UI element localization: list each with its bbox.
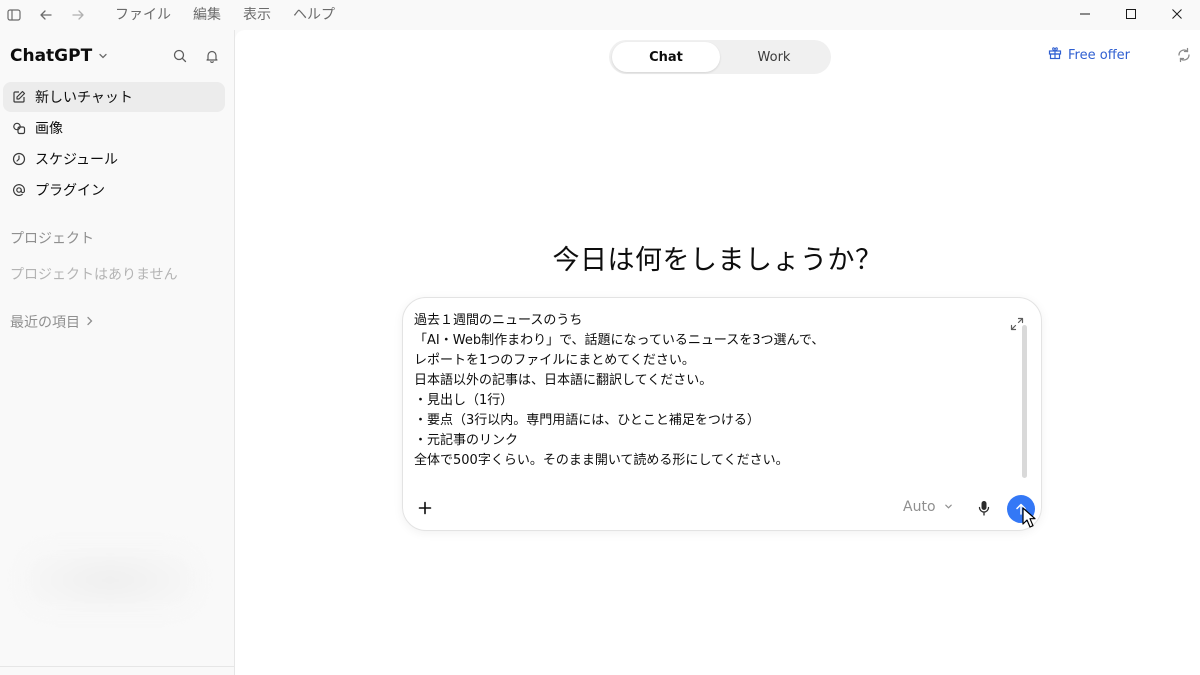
sidebar-item-plugins[interactable]: プラグイン bbox=[3, 175, 225, 205]
search-icon[interactable] bbox=[170, 46, 190, 66]
sidebar-header: ChatGPT bbox=[0, 30, 234, 82]
tab-chat[interactable]: Chat bbox=[612, 42, 720, 72]
main-panel: Chat Work Free offer 今日は何をしましょうか？ 過去１週間の… bbox=[235, 30, 1200, 675]
menu-help[interactable]: ヘルプ bbox=[282, 1, 346, 29]
sidebar: ChatGPT 新しいチャット 画像 スケジュール プラグイン プロジェクト プ… bbox=[0, 30, 235, 675]
bell-icon[interactable] bbox=[202, 46, 222, 66]
model-select[interactable]: Auto bbox=[903, 499, 953, 515]
chevron-right-icon bbox=[86, 314, 94, 330]
sidebar-item-new-chat[interactable]: 新しいチャット bbox=[3, 82, 225, 112]
at-icon bbox=[11, 182, 27, 198]
projects-heading: プロジェクト bbox=[10, 231, 94, 247]
chevron-down-icon bbox=[98, 51, 108, 61]
model-switcher[interactable]: ChatGPT bbox=[10, 46, 108, 66]
close-icon[interactable] bbox=[1154, 0, 1200, 28]
free-offer-label: Free offer bbox=[1068, 47, 1130, 63]
recent-items-toggle[interactable]: 最近の項目 bbox=[0, 312, 234, 332]
tab-work[interactable]: Work bbox=[720, 42, 828, 72]
maximize-icon[interactable] bbox=[1108, 0, 1154, 28]
gift-icon bbox=[1048, 46, 1062, 64]
model-select-value: Auto bbox=[903, 499, 936, 515]
sidebar-item-label: 新しいチャット bbox=[35, 90, 133, 106]
sidebar-item-label: スケジュール bbox=[35, 152, 119, 168]
sidebar-item-schedule[interactable]: スケジュール bbox=[3, 144, 225, 174]
sidebar-divider bbox=[0, 666, 234, 667]
menu-edit[interactable]: 編集 bbox=[182, 1, 232, 29]
blurred-placeholder bbox=[20, 545, 200, 615]
recent-items-label: 最近の項目 bbox=[10, 315, 80, 331]
projects-empty-text: プロジェクトはありません bbox=[10, 267, 178, 283]
sidebar-item-label: 画像 bbox=[35, 121, 63, 137]
add-attachment-button[interactable] bbox=[413, 496, 437, 520]
menu-file[interactable]: ファイル bbox=[104, 1, 182, 29]
free-offer-button[interactable]: Free offer bbox=[1048, 46, 1130, 64]
microphone-button[interactable] bbox=[973, 497, 995, 519]
prompt-composer: 過去１週間のニュースのうち 「AI・Web制作まわり」で、話題になっているニュー… bbox=[402, 297, 1042, 531]
minimize-icon[interactable] bbox=[1062, 0, 1108, 28]
window-controls bbox=[1062, 0, 1200, 28]
mode-toggle: Chat Work bbox=[609, 40, 831, 74]
image-icon bbox=[11, 120, 27, 136]
menu-bar: ファイル 編集 表示 ヘルプ bbox=[104, 1, 346, 29]
clock-icon bbox=[11, 151, 27, 167]
menu-view[interactable]: 表示 bbox=[232, 1, 282, 29]
refresh-icon[interactable] bbox=[1174, 45, 1194, 65]
title-bar: ファイル 編集 表示 ヘルプ bbox=[0, 0, 1200, 30]
sidebar-item-images[interactable]: 画像 bbox=[3, 113, 225, 143]
sidebar-toggle-icon[interactable] bbox=[0, 1, 28, 29]
mouse-cursor bbox=[1022, 507, 1036, 528]
sidebar-item-label: プラグイン bbox=[35, 183, 105, 199]
brand-title: ChatGPT bbox=[10, 46, 93, 66]
edit-icon bbox=[11, 89, 27, 105]
composer-scrollbar[interactable] bbox=[1022, 325, 1027, 478]
back-arrow-icon[interactable] bbox=[32, 1, 60, 29]
chevron-down-icon bbox=[944, 499, 953, 515]
forward-arrow-icon[interactable] bbox=[64, 1, 92, 29]
prompt-input[interactable]: 過去１週間のニュースのうち 「AI・Web制作まわり」で、話題になっているニュー… bbox=[414, 311, 994, 471]
sidebar-nav: 新しいチャット 画像 スケジュール プラグイン bbox=[0, 82, 234, 205]
page-title: 今日は何をしましょうか？ bbox=[552, 245, 883, 276]
